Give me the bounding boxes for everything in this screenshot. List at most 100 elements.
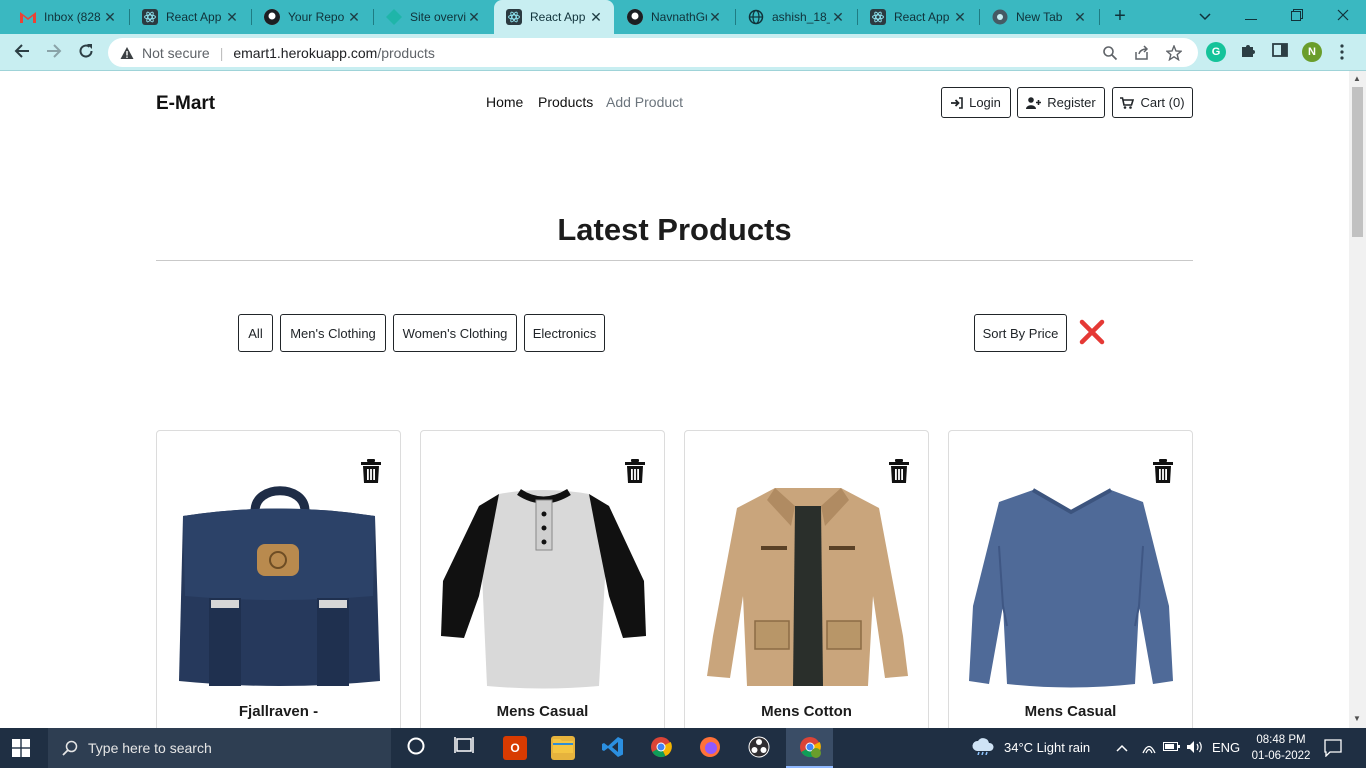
trash-icon[interactable] [625, 459, 645, 483]
windows-taskbar: Type here to search O 34°C Light rain EN… [0, 728, 1366, 768]
tray-overflow-chevron-icon[interactable] [1116, 740, 1128, 755]
search-icon [62, 740, 78, 756]
filter-electronics-button[interactable]: Electronics [524, 314, 605, 352]
close-tab-icon[interactable]: ✕ [346, 9, 362, 26]
profile-avatar[interactable]: N [1302, 42, 1322, 62]
forward-button[interactable] [40, 39, 68, 67]
browser-tab[interactable]: React App ✕ [858, 0, 978, 34]
browser-tab[interactable]: Site overvi ✕ [374, 0, 492, 34]
scroll-up-arrow-icon[interactable]: ▲ [1353, 74, 1361, 83]
close-tab-icon[interactable]: ✕ [224, 9, 240, 26]
product-title: Mens Cotton [761, 703, 852, 720]
product-image-backpack[interactable] [175, 486, 384, 691]
close-tab-icon[interactable]: ✕ [952, 9, 968, 26]
close-tab-icon[interactable]: ✕ [102, 9, 118, 26]
product-card[interactable]: Mens Casual [948, 430, 1193, 728]
task-view-icon[interactable] [452, 736, 476, 760]
product-title: Fjallraven - [238, 703, 319, 720]
restore-button[interactable] [1274, 0, 1320, 34]
windows-start-icon[interactable] [12, 739, 30, 757]
search-placeholder: Type here to search [88, 740, 212, 756]
nav-home[interactable]: Home [486, 94, 523, 110]
product-card[interactable]: Mens Cotton [684, 430, 929, 728]
volume-icon[interactable] [1186, 740, 1204, 757]
product-image-raglan-tee[interactable] [439, 486, 648, 691]
browser-tab[interactable]: React App ✕ [130, 0, 250, 34]
brand-logo[interactable]: E-Mart [156, 93, 215, 115]
battery-icon[interactable] [1163, 740, 1181, 755]
minimize-button[interactable] [1228, 0, 1274, 34]
browser-tab[interactable]: NavnathGu ✕ [615, 0, 733, 34]
browser-toolbar: Not secure | emart1.herokuapp.com/produc… [0, 34, 1366, 71]
page-scrollbar[interactable]: ▲ ▼ [1349, 71, 1366, 728]
grammarly-icon[interactable]: G [1206, 42, 1226, 62]
close-tab-icon[interactable]: ✕ [707, 9, 723, 26]
share-icon[interactable] [1134, 45, 1150, 61]
product-card[interactable]: Mens Casual [420, 430, 665, 728]
close-tab-icon[interactable]: ✕ [830, 9, 846, 26]
address-bar[interactable]: Not secure | emart1.herokuapp.com/produc… [108, 38, 1198, 67]
login-button[interactable]: Login [941, 87, 1011, 118]
close-tab-icon[interactable]: ✕ [466, 9, 482, 26]
filter-mens-clothing-button[interactable]: Men's Clothing [280, 314, 386, 352]
extensions-puzzle-icon[interactable] [1238, 42, 1258, 62]
close-tab-icon[interactable]: ✕ [1072, 9, 1088, 26]
trash-icon[interactable] [1153, 459, 1173, 483]
url-host: emart1.herokuapp.com [233, 44, 378, 61]
browser-tab-active[interactable]: React App ✕ [494, 0, 614, 34]
firefox-icon[interactable] [698, 736, 722, 760]
browser-tab[interactable]: Your Repo ✕ [252, 0, 372, 34]
scrollbar-thumb[interactable] [1352, 87, 1363, 237]
product-image-cotton-jacket[interactable] [703, 486, 912, 691]
trash-icon[interactable] [889, 459, 909, 483]
security-status[interactable]: Not secure [142, 45, 210, 61]
back-button[interactable] [8, 39, 36, 67]
tab-search-chevron-icon[interactable] [1182, 0, 1228, 34]
login-label: Login [969, 95, 1001, 110]
bookmark-star-icon[interactable] [1165, 44, 1183, 62]
cart-icon [1120, 96, 1135, 109]
clear-filter-icon[interactable] [1078, 318, 1106, 346]
office-icon[interactable]: O [503, 736, 527, 760]
menu-kebab-icon[interactable] [1340, 44, 1344, 60]
scroll-down-arrow-icon[interactable]: ▼ [1353, 714, 1361, 723]
zoom-icon[interactable] [1102, 45, 1118, 61]
sort-by-price-button[interactable]: Sort By Price [974, 314, 1067, 352]
obs-icon[interactable] [747, 736, 771, 760]
reload-button[interactable] [72, 39, 100, 67]
chrome-profile-icon[interactable] [798, 736, 822, 760]
new-tab-button[interactable]: + [1109, 5, 1131, 27]
chrome-icon [992, 9, 1008, 25]
close-window-button[interactable] [1320, 0, 1366, 34]
browser-tab[interactable]: ashish_18_ ✕ [736, 0, 856, 34]
taskbar-search-box[interactable]: Type here to search [48, 728, 391, 768]
close-tab-icon[interactable]: ✕ [588, 9, 604, 26]
nav-add-product[interactable]: Add Product [606, 94, 683, 110]
chrome-icon[interactable] [649, 736, 673, 760]
trash-icon[interactable] [361, 459, 381, 483]
warning-icon [120, 46, 134, 59]
clock[interactable]: 08:48 PM 01-06-2022 [1246, 732, 1316, 764]
globe-icon [748, 9, 764, 25]
filter-all-button[interactable]: All [238, 314, 273, 352]
product-card[interactable]: Fjallraven - [156, 430, 401, 728]
url-text[interactable]: emart1.herokuapp.com/products [233, 45, 435, 61]
file-explorer-icon[interactable] [551, 736, 575, 760]
filter-womens-clothing-button[interactable]: Women's Clothing [393, 314, 517, 352]
weather-text[interactable]: 34°C Light rain [1004, 740, 1090, 755]
language-indicator[interactable]: ENG [1212, 740, 1240, 755]
clock-time: 08:48 PM [1256, 734, 1306, 746]
side-panel-icon[interactable] [1270, 42, 1290, 62]
nav-products[interactable]: Products [538, 94, 593, 110]
register-button[interactable]: Register [1017, 87, 1105, 118]
network-icon[interactable] [1141, 740, 1157, 757]
cortana-icon[interactable] [404, 736, 428, 760]
product-image-long-sleeve[interactable] [967, 486, 1176, 691]
browser-tab[interactable]: New Tab ✕ [980, 0, 1098, 34]
vscode-icon[interactable] [601, 736, 625, 760]
cart-button[interactable]: Cart (0) [1112, 87, 1193, 118]
browser-tab-bar: Inbox (828 ✕ React App ✕ Your Repo ✕ Sit… [0, 0, 1366, 34]
notification-icon[interactable] [1324, 739, 1342, 760]
browser-tab[interactable]: Inbox (828 ✕ [8, 0, 128, 34]
weather-cloud-icon[interactable] [971, 737, 995, 761]
